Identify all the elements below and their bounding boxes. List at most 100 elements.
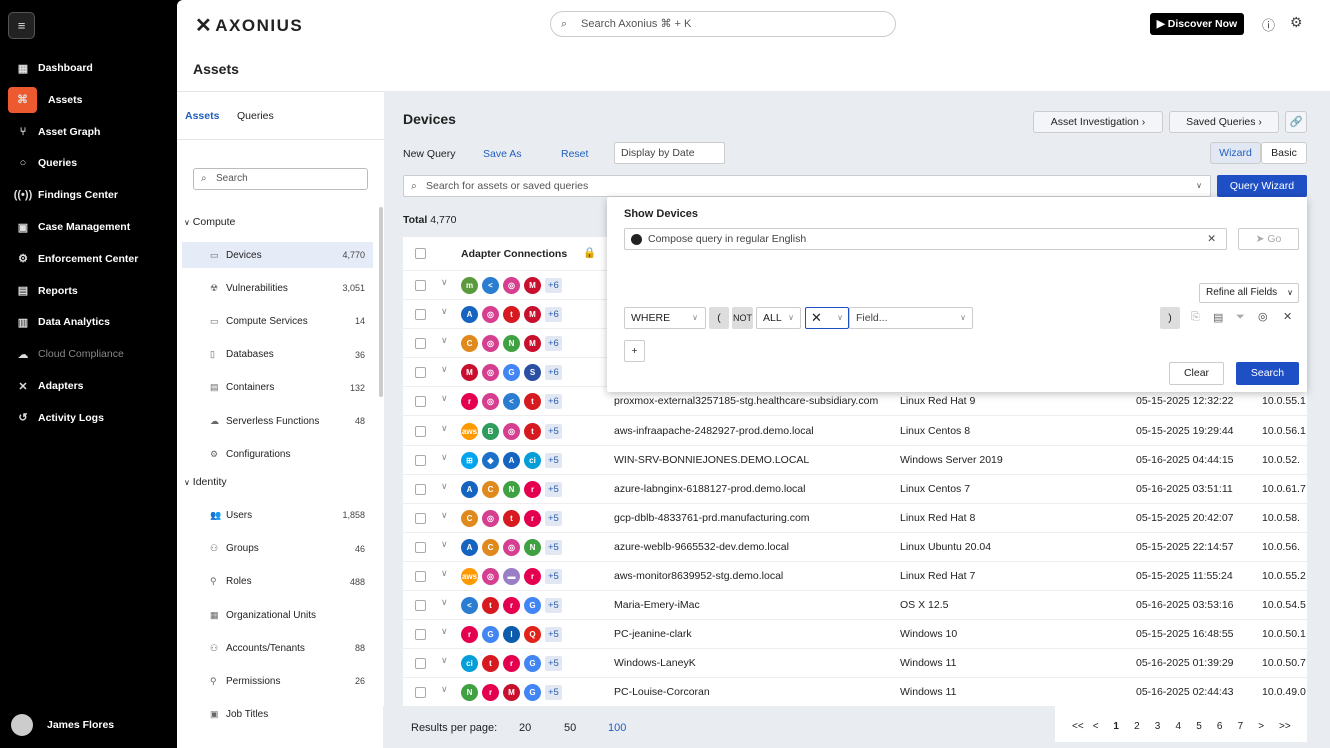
more-adapters-badge[interactable]: +5 bbox=[545, 423, 562, 439]
query-wizard-button[interactable]: Query Wizard bbox=[1217, 175, 1307, 197]
device-name[interactable]: Maria-Emery-iMac bbox=[614, 599, 700, 611]
expand-chevron-icon[interactable]: ∨ bbox=[441, 510, 448, 521]
row-checkbox[interactable] bbox=[415, 658, 426, 670]
col-adapter-connections[interactable]: Adapter Connections bbox=[461, 248, 567, 260]
saved-queries-button[interactable]: Saved Queries › bbox=[1169, 111, 1279, 133]
copy-icon[interactable]: ⎘ bbox=[1191, 311, 1200, 324]
expand-chevron-icon[interactable]: ∨ bbox=[441, 597, 448, 608]
device-name[interactable]: aws-monitor8639952-stg.demo.local bbox=[614, 570, 783, 582]
clear-x-icon[interactable]: ✕ bbox=[1207, 229, 1216, 249]
device-name[interactable]: proxmox-external3257185-stg.healthcare-s… bbox=[614, 395, 878, 407]
eye-icon[interactable]: ◎ bbox=[1258, 310, 1268, 323]
more-adapters-badge[interactable]: +6 bbox=[545, 336, 562, 352]
asset-type-users[interactable]: 👥 Users 1,858 bbox=[182, 502, 373, 528]
more-adapters-badge[interactable]: +6 bbox=[545, 394, 562, 410]
expand-chevron-icon[interactable]: ∨ bbox=[441, 452, 448, 463]
more-adapters-badge[interactable]: +5 bbox=[545, 569, 562, 584]
more-adapters-badge[interactable]: +5 bbox=[545, 510, 562, 526]
table-row[interactable]: ∨ ci t r G +5 Windows-LaneyK Windows 11 05-16-20… bbox=[403, 649, 1307, 679]
help-icon[interactable]: ⓘ bbox=[1262, 15, 1275, 34]
row-checkbox[interactable] bbox=[415, 629, 426, 641]
expand-chevron-icon[interactable]: ∨ bbox=[441, 393, 448, 404]
adapter-select[interactable]: ✕ ∨ bbox=[805, 307, 849, 329]
query-search-input[interactable]: ⌕ Search for assets or saved queries ∨ bbox=[403, 175, 1211, 197]
display-by-date-input[interactable]: Display by Date bbox=[614, 142, 725, 164]
row-checkbox[interactable] bbox=[415, 541, 426, 553]
row-checkbox[interactable] bbox=[415, 280, 426, 291]
more-adapters-badge[interactable]: +6 bbox=[545, 307, 562, 323]
asset-type-devices[interactable]: ▭ Devices 4,770 bbox=[182, 242, 373, 268]
expand-chevron-icon[interactable]: ∨ bbox=[441, 277, 448, 288]
more-adapters-badge[interactable]: +5 bbox=[545, 452, 562, 468]
expand-chevron-icon[interactable]: ∨ bbox=[441, 684, 448, 695]
sidebar-item-asset-graph[interactable]: ⑂ Asset Graph bbox=[8, 119, 168, 145]
more-adapters-badge[interactable]: +5 bbox=[545, 598, 562, 614]
page-link[interactable]: 3 bbox=[1155, 721, 1161, 732]
sidebar-item-activity-logs[interactable]: ↺ Activity Logs bbox=[8, 405, 168, 431]
asset-type-containers[interactable]: ▤ Containers 132 bbox=[182, 375, 373, 401]
page-link[interactable]: 6 bbox=[1217, 721, 1223, 732]
expand-chevron-icon[interactable]: ∨ bbox=[441, 626, 448, 637]
asset-type-job-titles[interactable]: ▣ Job Titles bbox=[182, 702, 373, 728]
asset-type-configurations[interactable]: ⚙ Configurations bbox=[182, 441, 373, 467]
sidebar-item-findings-center[interactable]: ((•)) Findings Center bbox=[8, 182, 168, 208]
clear-button[interactable]: Clear bbox=[1169, 362, 1224, 385]
row-checkbox[interactable] bbox=[415, 687, 426, 699]
device-name[interactable]: gcp-dblb-4833761-prd.manufacturing.com bbox=[614, 512, 810, 524]
more-adapters-badge[interactable]: +5 bbox=[545, 539, 562, 555]
sidebar-item-reports[interactable]: ▤ Reports bbox=[8, 278, 168, 304]
page-link[interactable]: < bbox=[1093, 721, 1099, 732]
device-name[interactable]: azure-labnginx-6188127-prod.demo.local bbox=[614, 483, 805, 495]
asset-type-accounts-tenants[interactable]: ⚇ Accounts/Tenants 88 bbox=[182, 635, 373, 661]
expand-chevron-icon[interactable]: ∨ bbox=[441, 423, 448, 434]
expand-chevron-icon[interactable]: ∨ bbox=[441, 364, 448, 375]
row-checkbox[interactable] bbox=[415, 338, 426, 350]
page-link[interactable]: > bbox=[1258, 721, 1264, 732]
page-link[interactable]: >> bbox=[1279, 721, 1291, 732]
row-checkbox[interactable] bbox=[415, 454, 426, 466]
refine-all-fields-dropdown[interactable]: Refine all Fields ∨ bbox=[1199, 283, 1299, 303]
tab-assets[interactable]: Assets bbox=[185, 110, 219, 122]
menu-toggle-icon[interactable]: ≡ bbox=[8, 12, 35, 39]
table-row[interactable]: ∨ aws B ◎ t +5 aws-infraapache-2482927-prod.de… bbox=[403, 417, 1307, 446]
page-link[interactable]: 7 bbox=[1238, 721, 1244, 732]
expand-chevron-icon[interactable]: ∨ bbox=[441, 539, 448, 550]
wizard-toggle[interactable]: Wizard bbox=[1210, 142, 1261, 164]
row-checkbox[interactable] bbox=[415, 396, 426, 408]
sidebar-item-queries[interactable]: ○ Queries bbox=[8, 150, 168, 176]
expand-chevron-icon[interactable]: ∨ bbox=[441, 335, 448, 346]
basic-toggle[interactable]: Basic bbox=[1261, 142, 1307, 164]
sidebar-item-cloud-compliance[interactable]: ☁ Cloud Compliance bbox=[8, 341, 168, 367]
global-search-input[interactable]: ⌕ Search Axonius ⌘ + K bbox=[550, 11, 896, 37]
expand-chevron-icon[interactable]: ∨ bbox=[441, 568, 448, 579]
asset-type-groups[interactable]: ⚇ Groups 46 bbox=[182, 536, 373, 562]
table-row[interactable]: ∨ aws ◎ ▬ r +5 aws-monitor8639952-stg.demo.loc… bbox=[403, 562, 1307, 591]
more-adapters-badge[interactable]: +5 bbox=[545, 481, 562, 497]
asset-type-databases[interactable]: ▯ Databases 36 bbox=[182, 342, 373, 368]
close-paren-button[interactable]: ) bbox=[1160, 307, 1180, 329]
page-size-50[interactable]: 50 bbox=[564, 722, 576, 734]
sidebar-item-dashboard[interactable]: ▦ Dashboard bbox=[8, 55, 168, 81]
asset-investigation-button[interactable]: Asset Investigation › bbox=[1033, 111, 1163, 133]
sidebar-item-assets[interactable]: ⌘ Assets bbox=[8, 86, 82, 113]
sidebar-item-adapters[interactable]: ✕ Adapters bbox=[8, 373, 168, 399]
more-adapters-badge[interactable]: +5 bbox=[545, 627, 562, 643]
asset-type-organizational-units[interactable]: ▦ Organizational Units bbox=[182, 602, 373, 628]
more-adapters-badge[interactable]: +5 bbox=[545, 656, 562, 672]
sidebar-item-case-management[interactable]: ▣ Case Management bbox=[8, 214, 168, 240]
row-checkbox[interactable] bbox=[415, 367, 426, 379]
discover-now-button[interactable]: ▶ Discover Now bbox=[1150, 13, 1244, 35]
sidebar-item-enforcement-center[interactable]: ⚙ Enforcement Center bbox=[8, 246, 168, 272]
table-row[interactable]: ∨ A C ◎ N +5 azure-weblb-9665532-dev.demo.loca… bbox=[403, 533, 1307, 562]
where-select[interactable]: WHERE ∨ bbox=[624, 307, 706, 329]
group-compute[interactable]: ∨ Compute bbox=[184, 216, 235, 228]
go-button[interactable]: ➤ Go bbox=[1238, 228, 1299, 250]
expand-chevron-icon[interactable]: ∨ bbox=[441, 306, 448, 317]
device-name[interactable]: PC-jeanine-clark bbox=[614, 628, 692, 640]
expand-chevron-icon[interactable]: ∨ bbox=[441, 481, 448, 492]
row-checkbox[interactable] bbox=[415, 425, 426, 437]
user-profile[interactable]: James Flores bbox=[11, 714, 114, 736]
more-adapters-badge[interactable]: +6 bbox=[545, 365, 562, 381]
link-icon[interactable]: 🔗 bbox=[1285, 111, 1307, 133]
table-row[interactable]: ∨ < t r G +5 Maria-Emery-iMac OS X 12.5 05-16-20… bbox=[403, 591, 1307, 621]
